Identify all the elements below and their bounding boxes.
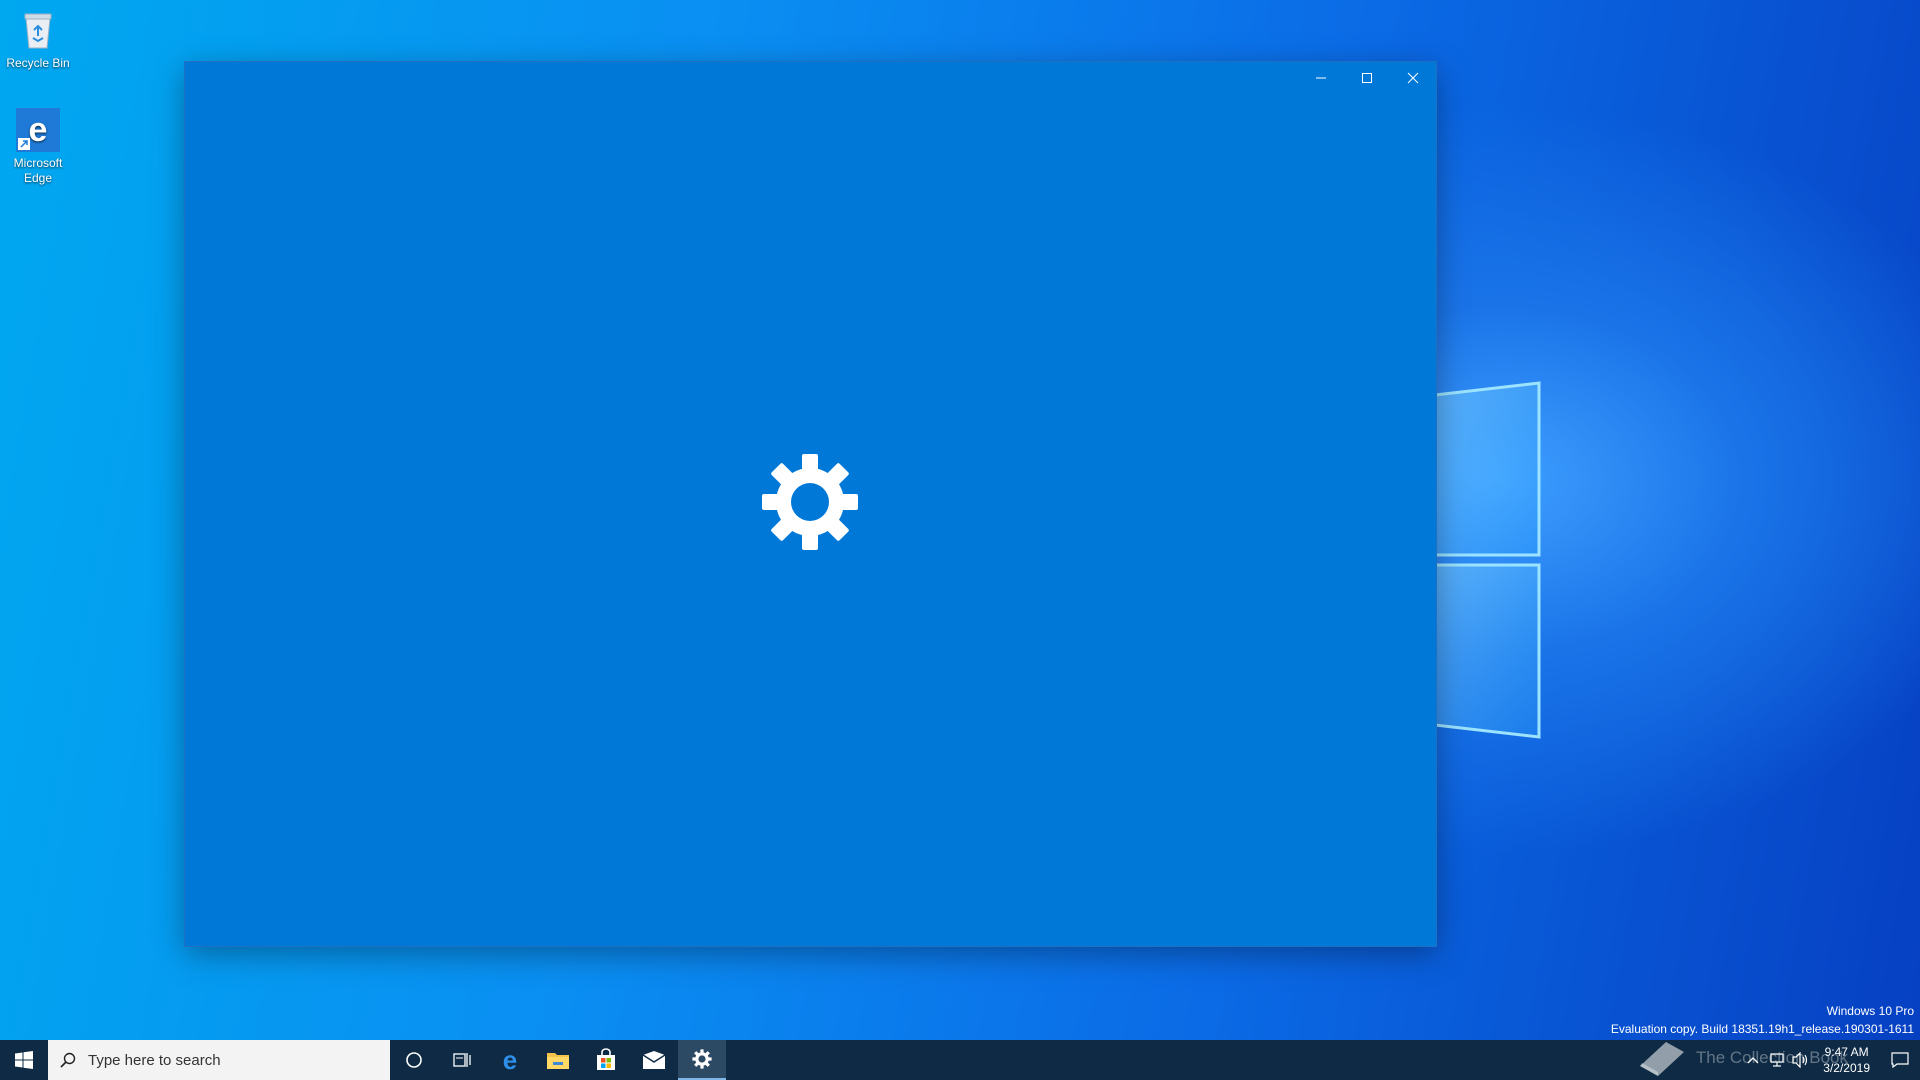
settings-window[interactable] — [185, 62, 1436, 946]
action-center-button[interactable] — [1880, 1052, 1920, 1068]
close-icon — [1407, 72, 1419, 84]
recycle-bin-icon — [16, 8, 60, 52]
windows-logo-wallpaper — [1435, 381, 1541, 739]
watermark-build: Evaluation copy. Build 18351.19h1_releas… — [1610, 1022, 1914, 1036]
brand-overlay: The Collection Book — [1636, 1038, 1848, 1078]
maximize-icon — [1362, 73, 1372, 83]
minimize-button[interactable] — [1298, 62, 1344, 94]
task-view-icon — [453, 1053, 471, 1067]
brand-overlay-text: The Collection Book — [1695, 1048, 1848, 1067]
book-icon — [1639, 1042, 1684, 1076]
edge-icon: e — [16, 108, 60, 152]
settings-icon — [692, 1049, 712, 1069]
maximize-button[interactable] — [1344, 62, 1390, 94]
task-view-button[interactable] — [438, 1040, 486, 1080]
taskbar-edge-button[interactable]: e — [486, 1040, 534, 1080]
desktop-icon-edge[interactable]: e Microsoft Edge — [4, 108, 72, 186]
minimize-icon — [1316, 77, 1326, 79]
search-icon — [60, 1052, 76, 1068]
windows-start-icon — [15, 1051, 33, 1069]
cortana-button[interactable] — [390, 1040, 438, 1080]
taskbar-store-button[interactable] — [582, 1040, 630, 1080]
evaluation-watermark: Windows 10 Pro Evaluation copy. Build 18… — [1611, 1002, 1914, 1038]
file-explorer-icon — [547, 1053, 569, 1069]
taskbar-settings-button[interactable] — [678, 1040, 726, 1080]
edge-icon: e — [503, 1048, 517, 1072]
cortana-icon — [406, 1052, 422, 1068]
desktop-icon-recycle-bin[interactable]: Recycle Bin — [4, 8, 72, 71]
notification-icon — [1891, 1052, 1909, 1068]
taskbar: Type here to search e 9:47 AM 3/2/2019 — [0, 1040, 1920, 1080]
title-bar — [1298, 62, 1436, 94]
watermark-edition: Windows 10 Pro — [1826, 1004, 1914, 1018]
search-placeholder: Type here to search — [88, 1051, 221, 1069]
taskbar-mail-button[interactable] — [630, 1040, 678, 1080]
desktop-icon-label: Microsoft Edge — [13, 156, 63, 185]
mail-icon — [642, 1051, 666, 1069]
store-icon — [597, 1048, 615, 1070]
search-box[interactable]: Type here to search — [48, 1040, 390, 1080]
taskbar-file-explorer-button[interactable] — [534, 1040, 582, 1080]
svg-text:e: e — [29, 111, 48, 149]
svg-text:e: e — [503, 1048, 517, 1072]
gear-icon — [762, 454, 858, 550]
start-button[interactable] — [0, 1040, 48, 1080]
close-button[interactable] — [1390, 62, 1436, 94]
desktop-icon-label: Recycle Bin — [6, 56, 70, 70]
